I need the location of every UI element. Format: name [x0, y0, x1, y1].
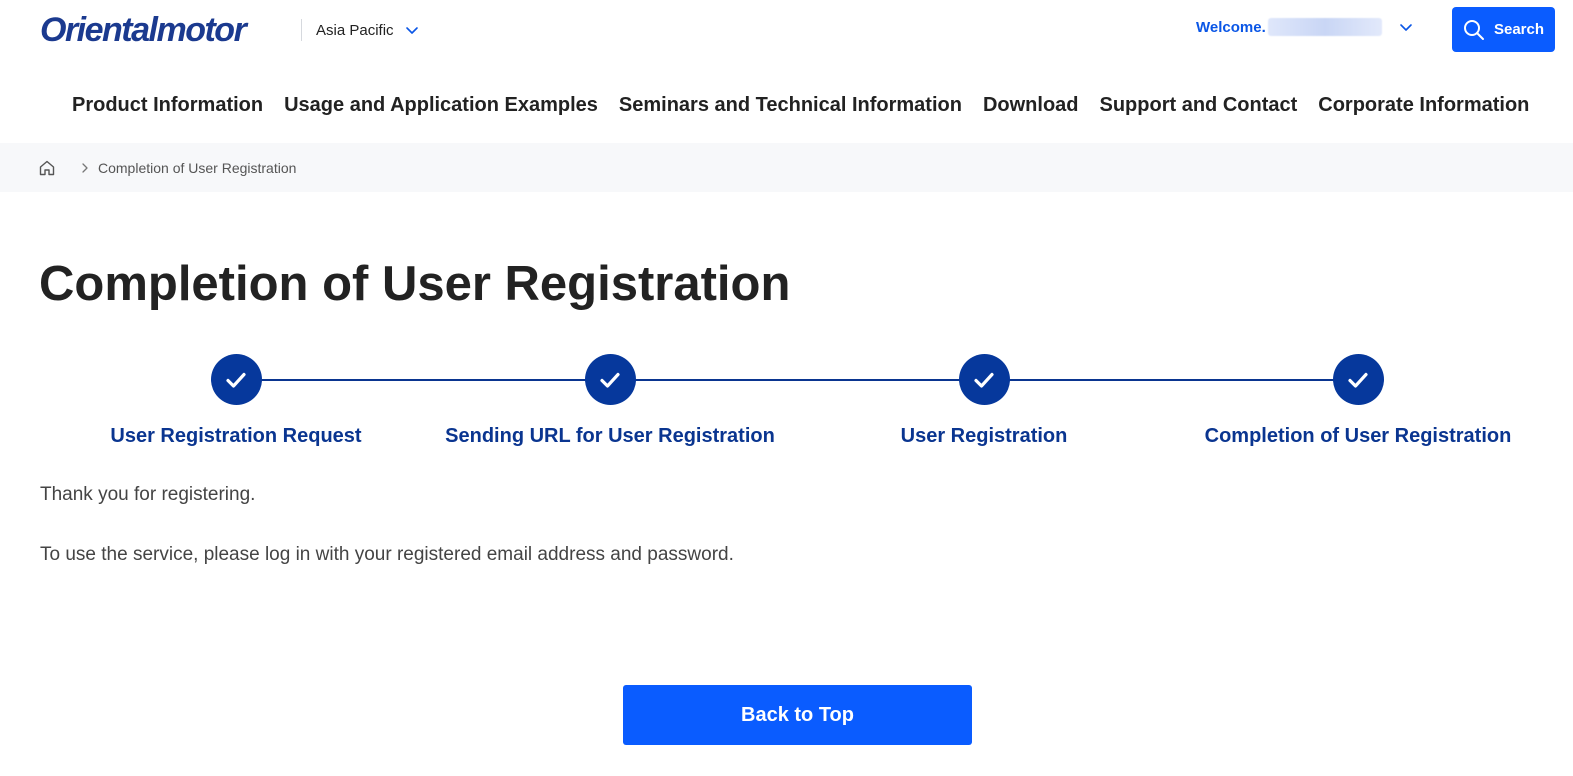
user-name-redacted [1267, 18, 1382, 36]
region-label: Asia Pacific [316, 21, 394, 39]
site-header: Orientalmotor Asia Pacific Welcome. Sear… [0, 0, 1573, 60]
step-user-registration: User Registration [804, 354, 1164, 448]
back-to-top-button[interactable]: Back to Top [623, 685, 972, 745]
step-sending-url: Sending URL for User Registration [430, 354, 790, 448]
step-complete-marker [584, 354, 636, 405]
user-account-menu[interactable]: Welcome. [1196, 18, 1414, 36]
home-icon[interactable] [38, 159, 56, 177]
step-label: User Registration [900, 425, 1068, 447]
nav-item-corporate[interactable]: Corporate Information [1318, 94, 1529, 117]
step-label: Completion of User Registration [1204, 425, 1512, 447]
login-instruction-message: To use the service, please log in with y… [40, 544, 734, 565]
step-complete-marker [210, 354, 262, 405]
check-icon [974, 372, 994, 388]
nav-item-seminars[interactable]: Seminars and Technical Information [619, 94, 962, 117]
nav-item-support[interactable]: Support and Contact [1100, 94, 1298, 117]
back-to-top-label: Back to Top [741, 703, 854, 726]
brand-logo[interactable]: Orientalmotor [40, 10, 247, 50]
thank-you-message: Thank you for registering. [40, 484, 256, 505]
page-title: Completion of User Registration [39, 257, 791, 311]
step-complete-marker [1332, 354, 1384, 405]
check-icon [226, 372, 246, 388]
chevron-down-icon [1399, 24, 1412, 31]
breadcrumb-current: Completion of User Registration [98, 159, 297, 176]
step-completion: Completion of User Registration [1178, 354, 1538, 448]
check-icon [600, 372, 620, 388]
search-button-label: Search [1493, 21, 1545, 38]
global-nav: Product Information Usage and Applicatio… [72, 88, 1529, 122]
step-label: Sending URL for User Registration [445, 425, 775, 447]
step-user-registration-request: User Registration Request [56, 354, 416, 448]
check-icon [1348, 372, 1368, 388]
nav-item-product-information[interactable]: Product Information [72, 94, 263, 117]
nav-item-download[interactable]: Download [983, 94, 1079, 117]
region-selector[interactable]: Asia Pacific [301, 19, 420, 41]
search-icon [1463, 19, 1484, 40]
chevron-right-icon [82, 162, 88, 173]
step-label: User Registration Request [110, 425, 362, 447]
breadcrumb: Completion of User Registration [0, 143, 1573, 192]
registration-progress-steps: User Registration Request Sending URL fo… [0, 354, 1573, 454]
search-button[interactable]: Search [1452, 7, 1555, 52]
welcome-label: Welcome. [1196, 18, 1266, 36]
chevron-down-icon [405, 27, 418, 34]
nav-item-usage-examples[interactable]: Usage and Application Examples [284, 94, 598, 117]
step-complete-marker [958, 354, 1010, 405]
